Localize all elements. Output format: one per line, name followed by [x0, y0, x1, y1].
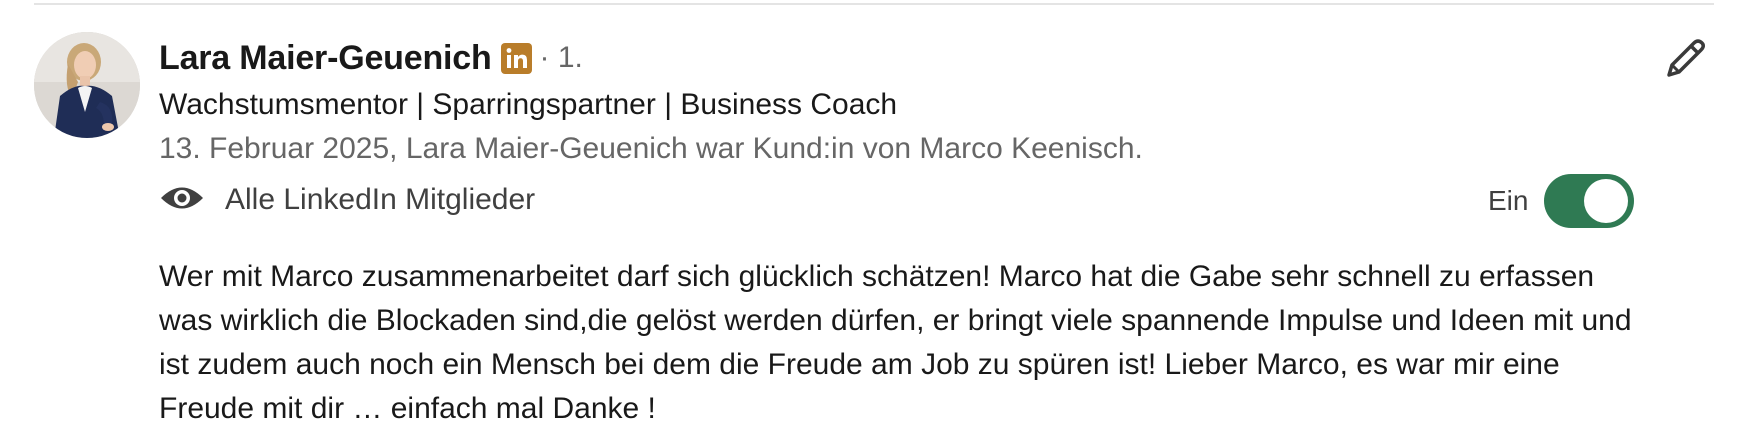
author-row: Lara Maier-Geuenich · 1. — [159, 36, 583, 80]
visibility-row: Alle LinkedIn Mitglieder — [159, 178, 535, 222]
author-headline: Wachstumsmentor | Sparringspartner | Bus… — [159, 88, 898, 121]
pencil-icon — [1663, 35, 1709, 86]
recommendation-card: Lara Maier-Geuenich · 1. Wachstumsmentor… — [0, 0, 1748, 444]
eye-icon — [159, 183, 205, 218]
avatar[interactable] — [34, 32, 140, 138]
toggle-label: Ein — [1488, 185, 1529, 216]
divider — [34, 3, 1714, 5]
author-name[interactable]: Lara Maier-Geuenich — [159, 39, 492, 78]
visibility-label: Alle LinkedIn Mitglieder — [225, 183, 536, 216]
recommendation-text: Wer mit Marco zusammenarbeitet darf sich… — [159, 260, 1632, 425]
connection-degree: · 1. — [539, 41, 583, 74]
toggle-knob — [1584, 179, 1629, 223]
recommendation-meta: 13. Februar 2025, Lara Maier-Geuenich wa… — [159, 132, 1143, 165]
visibility-toggle-group: Ein — [1488, 173, 1635, 229]
edit-button[interactable] — [1660, 34, 1712, 86]
linkedin-premium-icon — [500, 42, 532, 74]
visibility-toggle[interactable] — [1544, 174, 1635, 228]
